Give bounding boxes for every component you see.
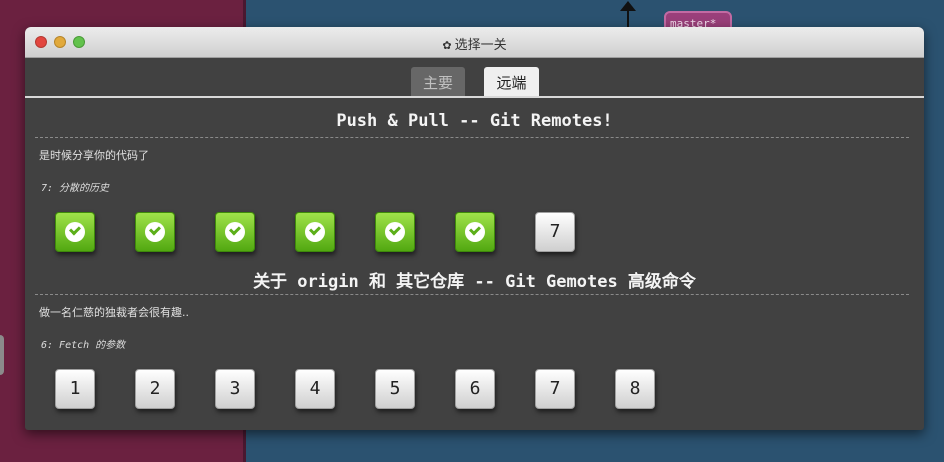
titlebar: ✿ 选择一关: [25, 27, 924, 58]
tab-bar: 主要 远端: [25, 58, 924, 98]
divider: [35, 294, 909, 295]
commit-arrow-line: [627, 10, 629, 28]
side-handle: [0, 335, 4, 375]
current-level-advanced: 6: Fetch 的参数: [41, 340, 126, 351]
window-title: ✿ 选择一关: [25, 34, 924, 53]
level-button-1[interactable]: [55, 212, 95, 252]
level-button-1[interactable]: 1: [55, 369, 95, 409]
checkmark-icon: [225, 222, 245, 242]
tab-main[interactable]: 主要: [411, 67, 465, 96]
checkmark-icon: [145, 222, 165, 242]
level-button-8[interactable]: 8: [615, 369, 655, 409]
level-button-7[interactable]: 7: [535, 212, 575, 252]
level-button-5[interactable]: 5: [375, 369, 415, 409]
section-description-advanced: 做一名仁慈的独裁者会很有趣..: [39, 306, 189, 319]
level-button-6[interactable]: [455, 212, 495, 252]
divider: [35, 137, 909, 138]
level-button-6[interactable]: 6: [455, 369, 495, 409]
current-level-remotes: 7: 分散的历史: [41, 183, 110, 194]
level-button-2[interactable]: [135, 212, 175, 252]
level-button-4[interactable]: [295, 212, 335, 252]
section-title-advanced: 关于 origin 和 其它仓库 -- Git Gemotes 高级命令: [253, 272, 696, 292]
level-button-7[interactable]: 7: [535, 369, 575, 409]
checkmark-icon: [65, 222, 85, 242]
window-title-text: 选择一关: [454, 38, 507, 53]
checkmark-icon: [305, 222, 325, 242]
level-button-3[interactable]: [215, 212, 255, 252]
tab-remote[interactable]: 远端: [484, 67, 539, 96]
checkmark-icon: [385, 222, 405, 242]
level-button-5[interactable]: [375, 212, 415, 252]
level-button-4[interactable]: 4: [295, 369, 335, 409]
level-button-3[interactable]: 3: [215, 369, 255, 409]
checkmark-icon: [465, 222, 485, 242]
gear-icon: ✿: [442, 39, 452, 52]
level-button-2[interactable]: 2: [135, 369, 175, 409]
section-description-remotes: 是时候分享你的代码了: [39, 149, 149, 162]
level-select-dialog: ✿ 选择一关 主要 远端 Push & Pull -- Git Remotes! …: [25, 27, 924, 430]
section-title-remotes: Push & Pull -- Git Remotes!: [336, 111, 613, 131]
